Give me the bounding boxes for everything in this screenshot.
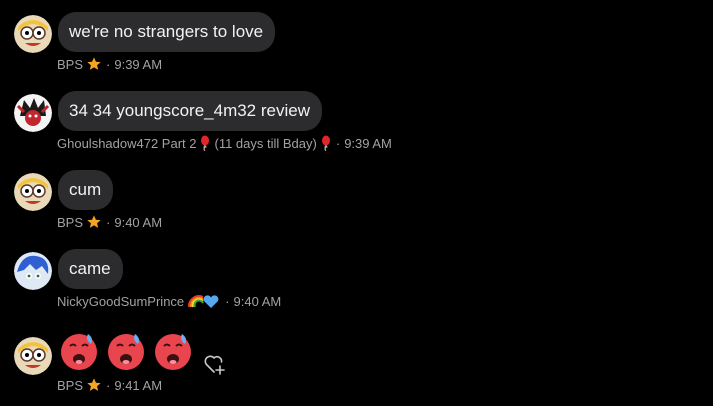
- balloon-icon: [321, 135, 330, 151]
- message-bubble[interactable]: came: [58, 249, 123, 289]
- rainbow-heart-icon: [188, 295, 219, 308]
- message-meta: BPS · 9:41 AM: [57, 377, 162, 393]
- star-icon: [87, 215, 101, 228]
- timestamp: 9:41 AM: [114, 377, 163, 393]
- avatar-bps[interactable]: [14, 337, 52, 375]
- message-meta: BPS · 9:39 AM: [57, 56, 162, 72]
- hot-face-emoji: [108, 334, 144, 370]
- timestamp: 9:39 AM: [344, 135, 392, 151]
- author-name[interactable]: BPS: [57, 378, 83, 393]
- message-meta: Ghoulshadow472 Part 2 (11 days till Bday…: [57, 135, 392, 151]
- hot-face-emoji: [61, 334, 97, 370]
- separator: ·: [335, 135, 341, 151]
- avatar-bps[interactable]: [14, 173, 52, 211]
- message-bubble[interactable]: we're no strangers to love: [58, 12, 276, 52]
- author-name[interactable]: BPS: [57, 57, 83, 72]
- avatar-ghoulshadow[interactable]: [14, 94, 52, 132]
- separator: ·: [106, 214, 111, 230]
- author-name[interactable]: NickyGoodSumPrince: [57, 294, 184, 309]
- chat-thread: we're no strangers to love BPS · 9:39 AM…: [0, 0, 713, 406]
- add-reaction-icon[interactable]: [203, 352, 227, 376]
- user-status: (11 days till Bday): [214, 135, 317, 151]
- star-icon: [87, 57, 101, 70]
- avatar-nicky[interactable]: [14, 252, 52, 290]
- hot-face-emoji: [155, 334, 191, 370]
- separator: ·: [225, 293, 230, 309]
- separator: ·: [106, 56, 111, 72]
- message-bubble[interactable]: 34 34 youngscore_4m32 review: [58, 91, 322, 131]
- timestamp: 9:39 AM: [114, 56, 163, 72]
- message-meta: NickyGoodSumPrince · 9:40 AM: [57, 293, 281, 309]
- timestamp: 9:40 AM: [233, 293, 282, 309]
- message-meta: BPS · 9:40 AM: [57, 214, 162, 230]
- message-bubble[interactable]: cum: [58, 170, 114, 210]
- avatar-bps[interactable]: [14, 15, 52, 53]
- balloon-icon: [201, 135, 210, 151]
- star-icon: [87, 378, 101, 391]
- emoji-message[interactable]: [58, 330, 194, 372]
- separator: ·: [106, 377, 111, 393]
- author-name[interactable]: BPS: [57, 215, 83, 230]
- author-name[interactable]: Ghoulshadow472 Part 2: [57, 136, 196, 151]
- timestamp: 9:40 AM: [114, 214, 163, 230]
